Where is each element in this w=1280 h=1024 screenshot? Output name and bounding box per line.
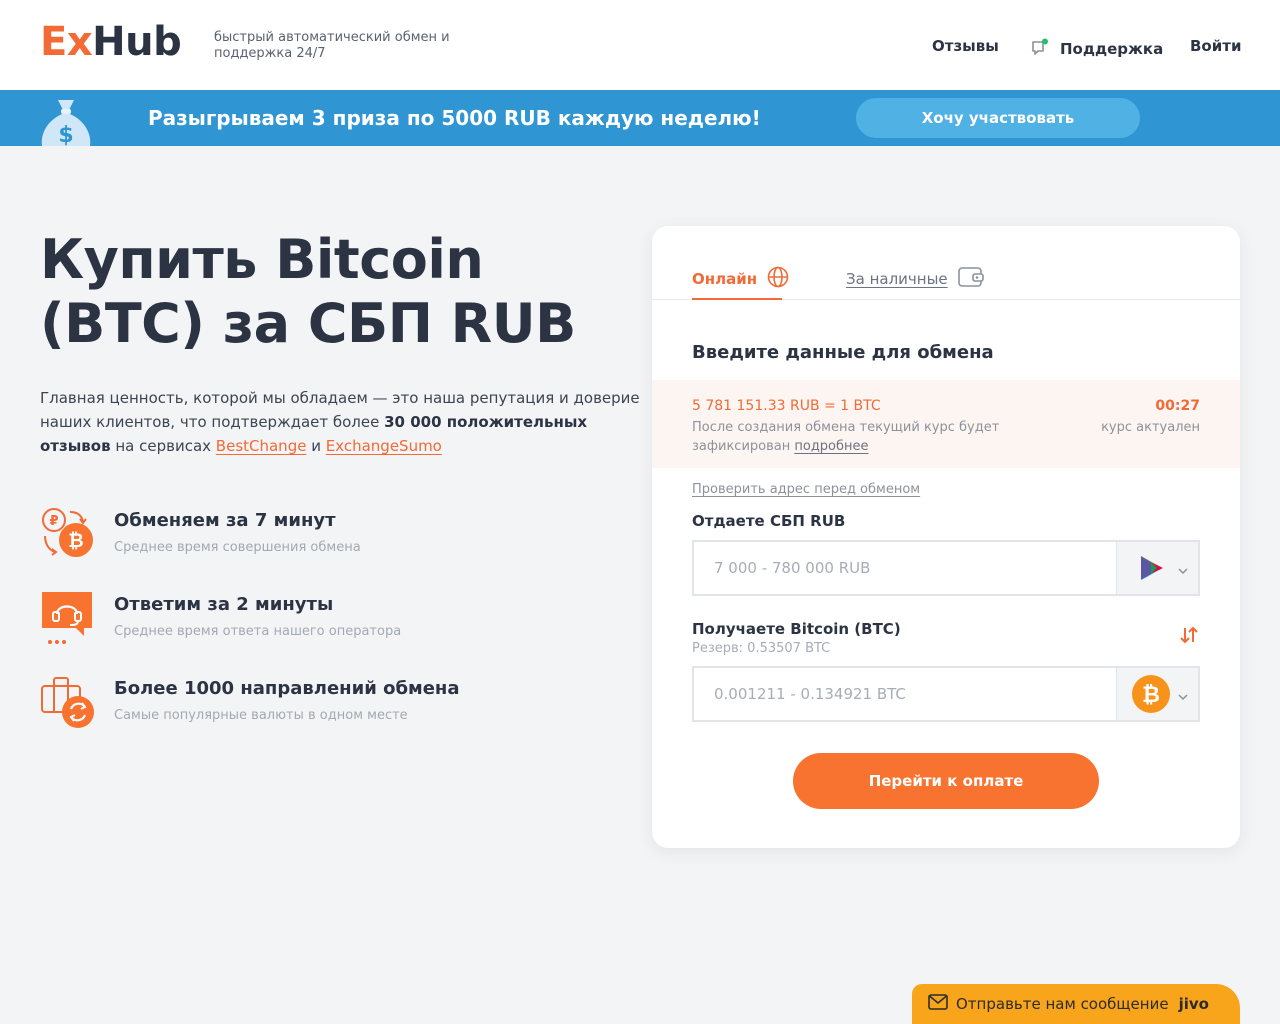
svg-text:$: $ [58, 123, 73, 146]
bestchange-link[interactable]: BestChange [216, 437, 307, 455]
nav-login[interactable]: Войти [1190, 37, 1241, 55]
exchange-form-title: Введите данные для обмена [692, 342, 994, 363]
participate-button[interactable]: Хочу участвовать [856, 98, 1140, 138]
mail-icon [928, 994, 948, 1014]
feature-directions: Более 1000 направлений обмена Самые попу… [40, 674, 600, 734]
get-amount-field[interactable]: 0.001211 - 0.134921 BTC ₿ [692, 666, 1200, 722]
page-title: Купить Bitcoin (BTC) за СБП RUB [40, 228, 640, 356]
give-amount-input[interactable]: 7 000 - 780 000 RUB [714, 542, 870, 594]
logo[interactable]: ExHub [40, 19, 182, 65]
page-title-line2: (BTC) за СБП RUB [40, 292, 576, 355]
chat-widget-text: Отправьте нам сообщение [956, 995, 1169, 1013]
svg-text:₿: ₿ [68, 530, 83, 552]
banner-text: Разыгрываем 3 приза по 5000 RUB каждую н… [148, 106, 761, 130]
support-chat-icon [1030, 37, 1050, 61]
give-label: Отдаете СБП RUB [692, 512, 846, 530]
rate-note: После создания обмена текущий курс будет… [692, 418, 1022, 456]
tab-online-label: Онлайн [692, 270, 758, 288]
sbp-icon [1135, 552, 1167, 584]
exchange-rub-btc-icon: ₽ ₿ [40, 506, 96, 562]
nav-support-label: Поддержка [1060, 40, 1164, 58]
page-title-line1: Купить Bitcoin [40, 228, 484, 291]
svg-text:₿: ₿ [1142, 683, 1160, 708]
nav-reviews[interactable]: Отзывы [932, 37, 999, 55]
globe-icon [767, 266, 789, 292]
site-header: ExHub быстрый автоматический обмен и под… [0, 0, 1280, 90]
chat-widget[interactable]: Отправьте нам сообщение jivo [912, 984, 1240, 1024]
reserve-amount: Резерв: 0.53507 BTC [692, 641, 831, 656]
tab-online[interactable]: Онлайн [692, 266, 789, 300]
feature-subtitle: Самые популярные валюты в одном месте [114, 708, 408, 723]
svg-text:₽: ₽ [49, 514, 58, 529]
feature-subtitle: Среднее время ответа нашего оператора [114, 624, 402, 639]
logo-ex: Ex [40, 19, 93, 65]
rate-details-link[interactable]: подробнее [794, 439, 868, 454]
nav-support[interactable]: Поддержка [1030, 37, 1163, 61]
exchangesumo-link[interactable]: ExchangeSumo [326, 437, 442, 455]
proceed-to-payment-button[interactable]: Перейти к оплате [793, 753, 1099, 809]
rate-status: курс актуален [1101, 420, 1200, 435]
feature-exchange-time: ₽ ₿ Обменяем за 7 минут Среднее время со… [40, 506, 600, 566]
swap-direction-icon[interactable] [1178, 624, 1200, 650]
lead-text-3: и [306, 437, 326, 455]
logo-hub: Hub [92, 19, 182, 65]
give-currency-select[interactable] [1116, 542, 1198, 594]
promo-banner: $ Разыгрываем 3 приза по 5000 RUB каждую… [0, 90, 1280, 146]
rate-box: 5 781 151.33 RUB = 1 BTC После создания … [652, 380, 1240, 468]
check-address-link[interactable]: Проверить адрес перед обменом [692, 482, 920, 497]
feature-title: Ответим за 2 минуты [114, 594, 334, 615]
tab-cash-label: За наличные [846, 270, 948, 288]
wallet-icon [957, 266, 984, 292]
jivo-logo: jivo [1178, 995, 1209, 1013]
get-label: Получаете Bitcoin (BTC) [692, 620, 901, 638]
tagline: быстрый автоматический обмен и поддержка… [214, 30, 450, 61]
rate-timer: 00:27 [1155, 398, 1200, 414]
get-amount-input[interactable]: 0.001211 - 0.134921 BTC [714, 668, 906, 720]
lead-paragraph: Главная ценность, которой мы обладаем — … [40, 386, 640, 458]
lead-text-2: на сервисах [110, 437, 216, 455]
chevron-down-icon [1178, 686, 1188, 705]
exchange-card: Онлайн За наличные Введите данные для об… [652, 226, 1240, 848]
directions-briefcase-icon [40, 674, 96, 730]
feature-title: Обменяем за 7 минут [114, 510, 336, 531]
feature-title: Более 1000 направлений обмена [114, 678, 460, 699]
give-amount-field[interactable]: 7 000 - 780 000 RUB [692, 540, 1200, 596]
bitcoin-icon: ₿ [1132, 675, 1170, 713]
get-currency-select[interactable]: ₿ [1116, 668, 1198, 720]
support-headset-icon [40, 590, 96, 646]
feature-subtitle: Среднее время совершения обмена [114, 540, 361, 555]
money-bag-icon: $ [36, 96, 96, 146]
feature-support-time: Ответим за 2 минуты Среднее время ответа… [40, 590, 600, 650]
tab-cash[interactable]: За наличные [846, 266, 984, 292]
exchange-tabs: Онлайн За наличные [652, 226, 1240, 300]
chevron-down-icon [1178, 560, 1188, 579]
rate-value: 5 781 151.33 RUB = 1 BTC [692, 398, 881, 414]
